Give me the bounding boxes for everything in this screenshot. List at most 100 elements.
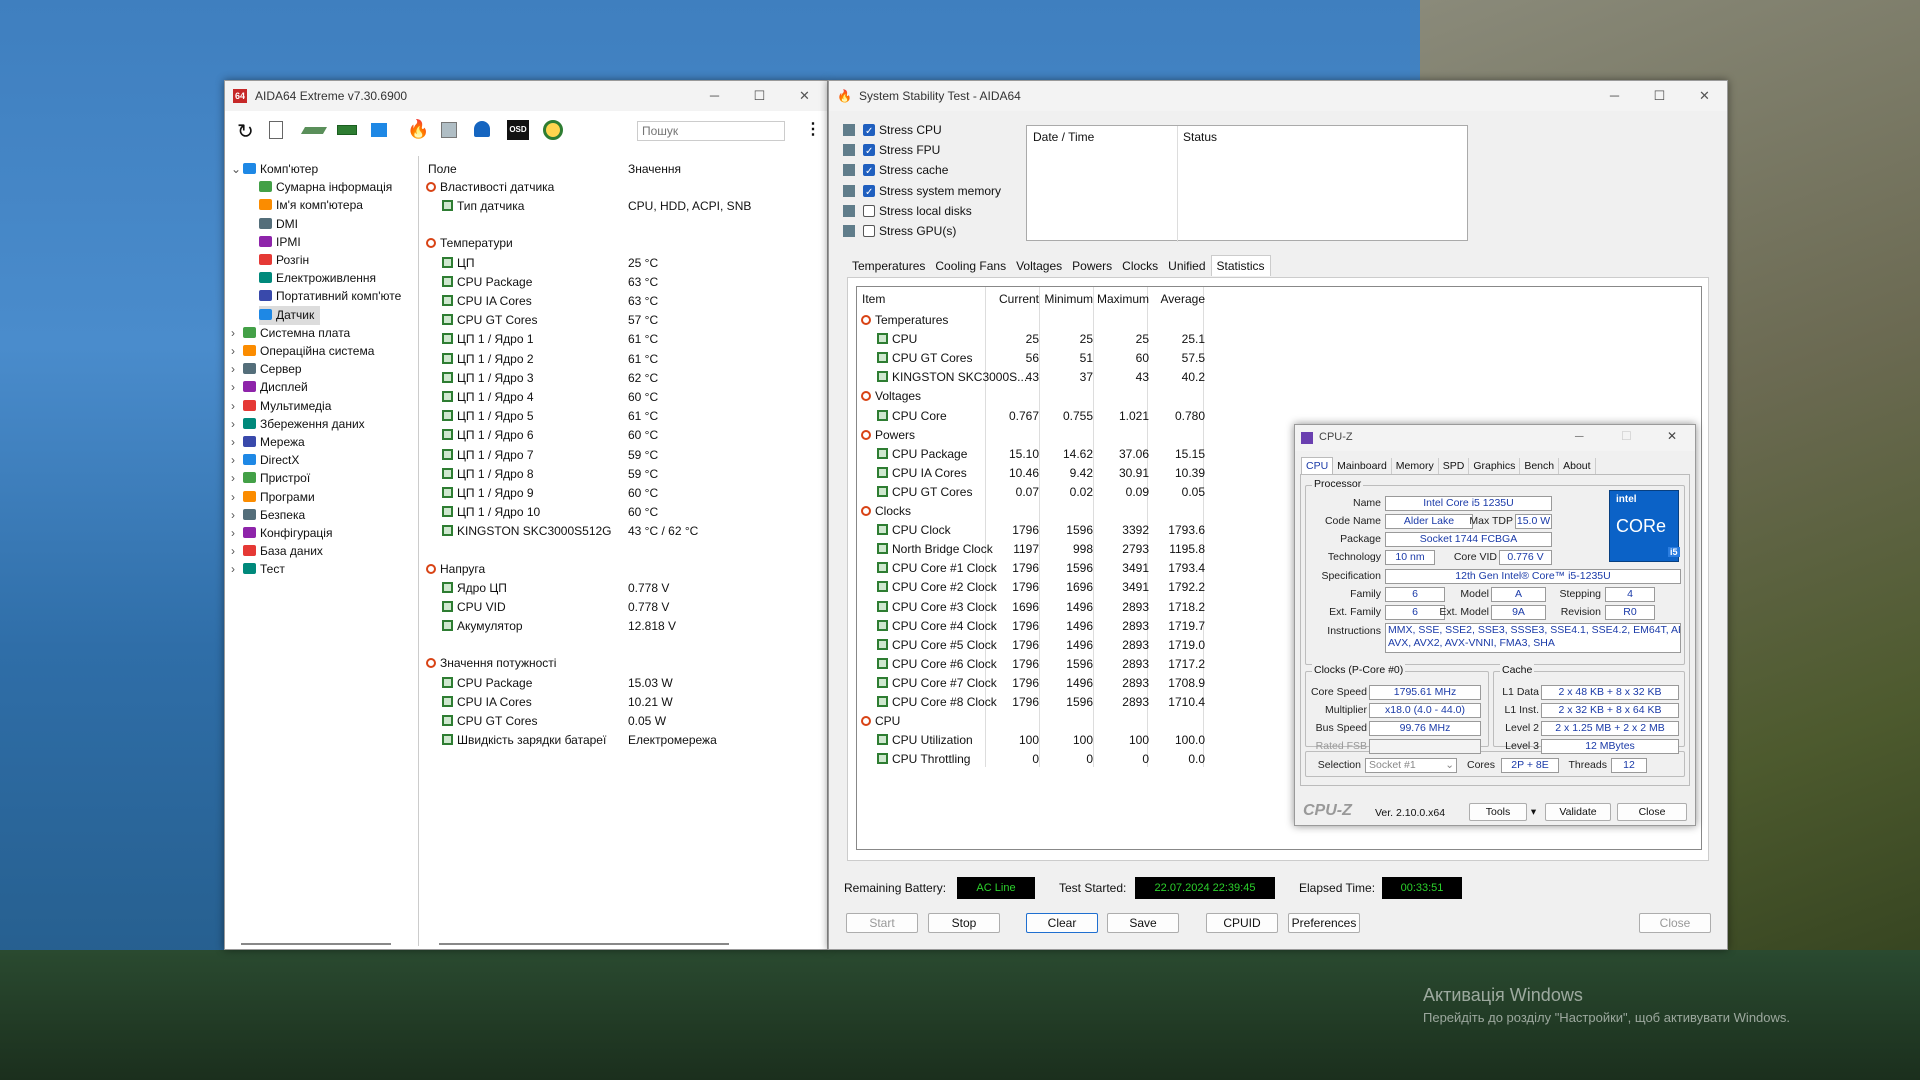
column-header-value[interactable]: Значення [628,160,681,179]
network-icon[interactable] [371,123,387,137]
stat-row[interactable]: CPU Core [877,407,947,426]
stat-row[interactable]: CPU Core #1 Clock [877,559,997,578]
sensor-row[interactable]: ЦП 1 / Ядро 6 [442,426,534,445]
sensor-row[interactable]: ЦП 1 / Ядро 9 [442,484,534,503]
stat-row[interactable]: CPU Core #4 Clock [877,617,997,636]
stat-column-header[interactable]: Maximum [1095,290,1149,309]
close-button[interactable]: Close [1639,913,1711,933]
tree-scrollbar[interactable] [241,943,391,945]
sensor-row[interactable]: ЦП 1 / Ядро 5 [442,407,534,426]
sensor-row[interactable]: ЦП 1 / Ядро 2 [442,350,534,369]
expand-arrow-icon[interactable]: › [231,360,243,379]
cpuz-tab-memory[interactable]: Memory [1392,458,1439,474]
sensor-row[interactable]: ЦП 1 / Ядро 8 [442,465,534,484]
expand-arrow-icon[interactable]: › [231,342,243,361]
sensor-row[interactable]: KINGSTON SKC3000S512G [442,522,612,541]
cpuz-tab-about[interactable]: About [1559,458,1596,474]
sensor-row[interactable]: Ядро ЦП [442,579,507,598]
stat-column-header[interactable]: Item [862,290,885,309]
log-col-status[interactable]: Status [1183,128,1217,147]
tree-item[interactable]: › Пристрої [231,469,310,488]
stat-column-header[interactable]: Current [987,290,1039,309]
tree-item[interactable]: › База даних [231,542,323,561]
stat-row[interactable]: CPU Core #2 Clock [877,578,997,597]
memory-icon[interactable] [337,125,357,135]
selection-dropdown[interactable]: Socket #1 ⌄ [1365,758,1457,773]
expand-arrow-icon[interactable]: › [231,560,243,579]
cpuid-button[interactable]: CPUID [1206,913,1278,933]
stability-test-titlebar[interactable]: 🔥 System Stability Test - AIDA64 ─ ☐ ✕ [829,81,1727,111]
tree-item[interactable]: › Безпека [231,506,305,525]
list-scrollbar[interactable] [439,943,729,945]
sensor-row[interactable]: Акумулятор [442,617,523,636]
tree-item[interactable]: › Конфігурація [231,524,332,543]
sensor-row[interactable]: CPU VID [442,598,506,617]
stat-row[interactable]: CPU GT Cores [877,349,972,368]
refresh-icon[interactable]: ↻ [237,119,254,144]
stat-row[interactable]: CPU IA Cores [877,464,967,483]
cpuz-titlebar[interactable]: CPU-Z ─ ☐ ✕ [1295,425,1695,451]
tree-item[interactable]: Розгін [259,251,309,270]
sensor-row[interactable]: ЦП 1 / Ядро 3 [442,369,534,388]
osd-icon[interactable]: OSD [507,120,529,140]
stat-row[interactable]: CPU Package [877,445,967,464]
stat-column-header[interactable]: Minimum [1041,290,1093,309]
close-button[interactable]: ✕ [782,88,827,104]
stress-option[interactable]: Stress CPU [843,121,942,141]
stress-option[interactable]: Stress local disks [843,202,972,221]
tree-item[interactable]: › Сервер [231,360,302,379]
stress-option[interactable]: Stress system memory [843,182,1001,202]
log-col-datetime[interactable]: Date / Time [1033,128,1094,147]
tree-item[interactable]: › Операційна система [231,342,374,361]
cpuz-tab-spd[interactable]: SPD [1439,458,1470,474]
sensor-row[interactable]: Тип датчика [442,197,524,216]
stat-row[interactable]: CPU Core #3 Clock [877,598,997,617]
stat-row[interactable]: CPU GT Cores [877,483,972,502]
tab-unified[interactable]: Unified [1163,256,1210,276]
tree-item[interactable]: ⌄ Комп'ютер [231,160,318,179]
tab-powers[interactable]: Powers [1067,256,1117,276]
expand-arrow-icon[interactable]: › [231,324,243,343]
sensor-row[interactable]: ЦП 1 / Ядро 1 [442,330,534,349]
sensor-row[interactable]: ЦП 1 / Ядро 7 [442,446,534,465]
sensor-row[interactable]: ЦП 1 / Ядро 10 [442,503,540,522]
minimize-button[interactable]: ─ [1575,429,1584,443]
maximize-button[interactable]: ☐ [1621,429,1632,443]
stop-button[interactable]: Stop [928,913,1000,933]
stat-row[interactable]: CPU Throttling [877,750,970,769]
close-button[interactable]: Close [1617,803,1687,821]
maximize-button[interactable]: ☐ [1637,88,1682,104]
column-header-field[interactable]: Поле [428,160,457,179]
close-button[interactable]: ✕ [1667,429,1677,443]
stress-checkbox[interactable] [863,183,875,202]
tree-item[interactable]: Датчик [259,305,321,325]
flame-icon[interactable]: 🔥 [407,119,429,140]
tree-item[interactable]: › Дисплей [231,378,308,397]
tree-item[interactable]: IPMI [259,233,301,252]
expand-arrow-icon[interactable]: › [231,524,243,543]
stress-checkbox[interactable] [863,204,875,217]
expand-arrow-icon[interactable]: › [231,451,243,470]
gauge-icon[interactable] [543,120,563,140]
minimize-button[interactable]: ─ [692,88,737,104]
tree-item[interactable]: › Мережа [231,433,305,452]
tools-button[interactable]: Tools ▾ [1469,803,1536,821]
clear-button[interactable]: Clear [1026,913,1098,933]
sensor-row[interactable]: ЦП [442,254,475,273]
stat-row[interactable]: North Bridge Clock [877,540,993,559]
search-input[interactable] [637,121,785,141]
stat-row[interactable]: CPU Core #7 Clock [877,674,997,693]
cpuz-tab-mainboard[interactable]: Mainboard [1333,458,1392,474]
stat-row[interactable]: CPU [877,330,917,349]
sensor-row[interactable]: CPU Package [442,674,532,693]
tree-item[interactable]: › Збереження даних [231,415,365,434]
tree-item[interactable]: › Мультимедіа [231,397,331,416]
expand-arrow-icon[interactable]: › [231,542,243,561]
stat-row[interactable]: CPU Clock [877,521,951,540]
tree-item[interactable]: › Тест [231,560,285,579]
expand-arrow-icon[interactable]: › [231,397,243,416]
expand-arrow-icon[interactable]: › [231,488,243,507]
tree-item[interactable]: › Системна плата [231,324,350,343]
expand-arrow-icon[interactable]: ⌄ [231,160,243,179]
stress-option[interactable]: Stress FPU [843,141,940,161]
